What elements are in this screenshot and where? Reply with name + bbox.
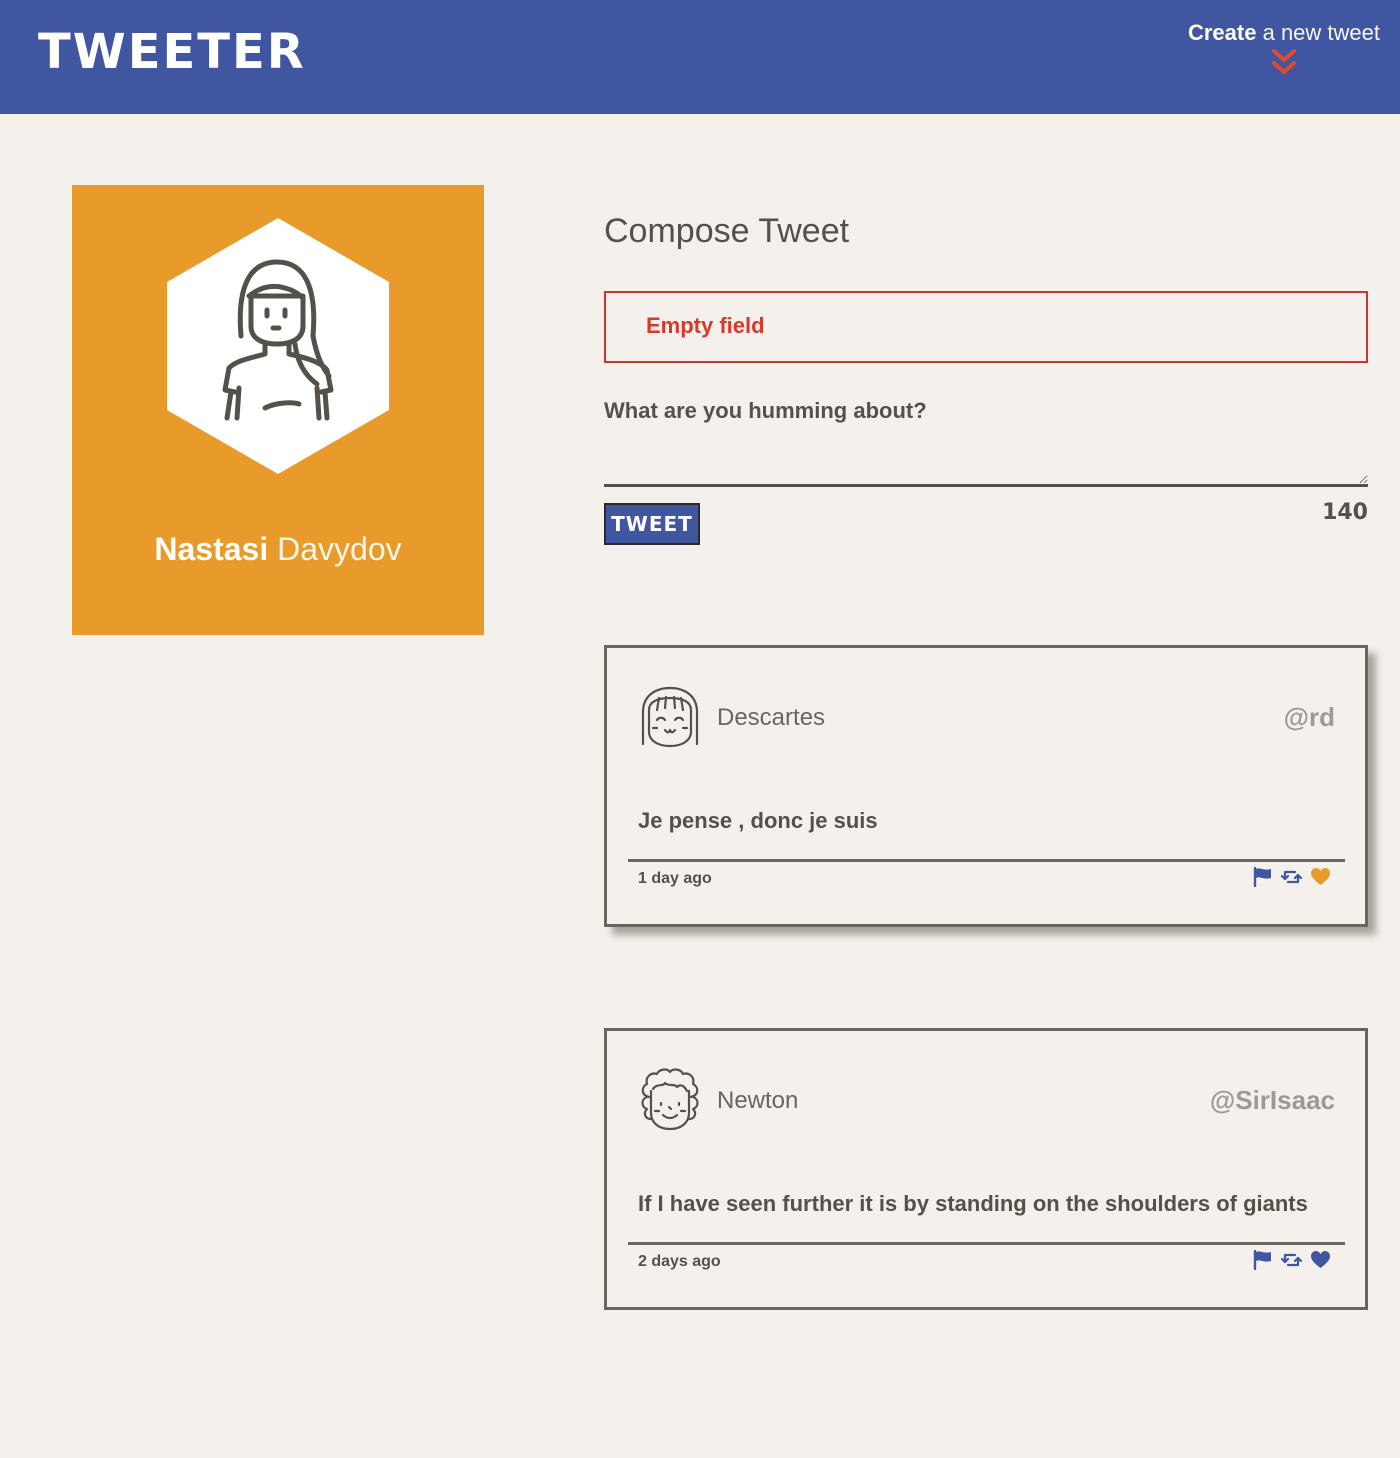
create-tweet-toggle[interactable]: Create a new tweet — [1188, 20, 1380, 78]
profile-card: Nastasi Davydov — [72, 185, 484, 635]
compose-label: What are you humming about? — [604, 398, 927, 423]
profile-name: Nastasi Davydov — [72, 531, 484, 568]
top-nav: TWEETER Create a new tweet — [0, 0, 1400, 114]
heart-icon[interactable] — [1310, 1250, 1331, 1270]
avatar-newton-icon — [641, 1068, 699, 1131]
tweet-timestamp: 2 days ago — [638, 1253, 721, 1270]
tweet-divider — [628, 1242, 1345, 1245]
error-message-box: Empty field — [604, 291, 1368, 363]
create-label-rest: a new tweet — [1262, 20, 1380, 45]
heart-icon[interactable] — [1310, 867, 1331, 887]
tweet-author-name[interactable]: Newton — [717, 1087, 798, 1115]
app-logo[interactable]: TWEETER — [38, 22, 306, 82]
tweet-content: If I have seen further it is by standing… — [638, 1191, 1308, 1216]
profile-last-name: Davydov — [277, 531, 402, 567]
avatar-descartes-icon — [641, 686, 699, 748]
char-counter: 140 — [1322, 500, 1368, 525]
tweet-card: Newton @SirIsaac If I have seen further … — [604, 1028, 1368, 1310]
flag-icon[interactable] — [1252, 1250, 1273, 1270]
tweet-button[interactable]: TWEET — [604, 503, 700, 545]
profile-first-name: Nastasi — [154, 531, 269, 567]
flag-icon[interactable] — [1252, 867, 1273, 887]
chevron-double-down-icon[interactable] — [1271, 48, 1297, 78]
error-message: Empty field — [646, 313, 765, 338]
avatar-woman-icon — [167, 218, 389, 474]
create-label-bold: Create — [1187, 20, 1257, 45]
tweet-divider — [628, 859, 1345, 862]
tweet-input[interactable] — [604, 440, 1368, 487]
tweet-timestamp: 1 day ago — [638, 870, 712, 887]
tweet-actions — [1252, 867, 1331, 887]
retweet-icon[interactable] — [1281, 867, 1302, 887]
retweet-icon[interactable] — [1281, 1250, 1302, 1270]
tweet-content: Je pense , donc je suis — [638, 808, 878, 833]
tweet-author-handle[interactable]: @rd — [1284, 702, 1335, 733]
tweet-author-handle[interactable]: @SirIsaac — [1210, 1085, 1335, 1116]
compose-title: Compose Tweet — [604, 212, 850, 250]
tweet-actions — [1252, 1250, 1331, 1270]
tweet-author-name[interactable]: Descartes — [717, 704, 825, 732]
tweet-card: Descartes @rd Je pense , donc je suis 1 … — [604, 645, 1368, 927]
